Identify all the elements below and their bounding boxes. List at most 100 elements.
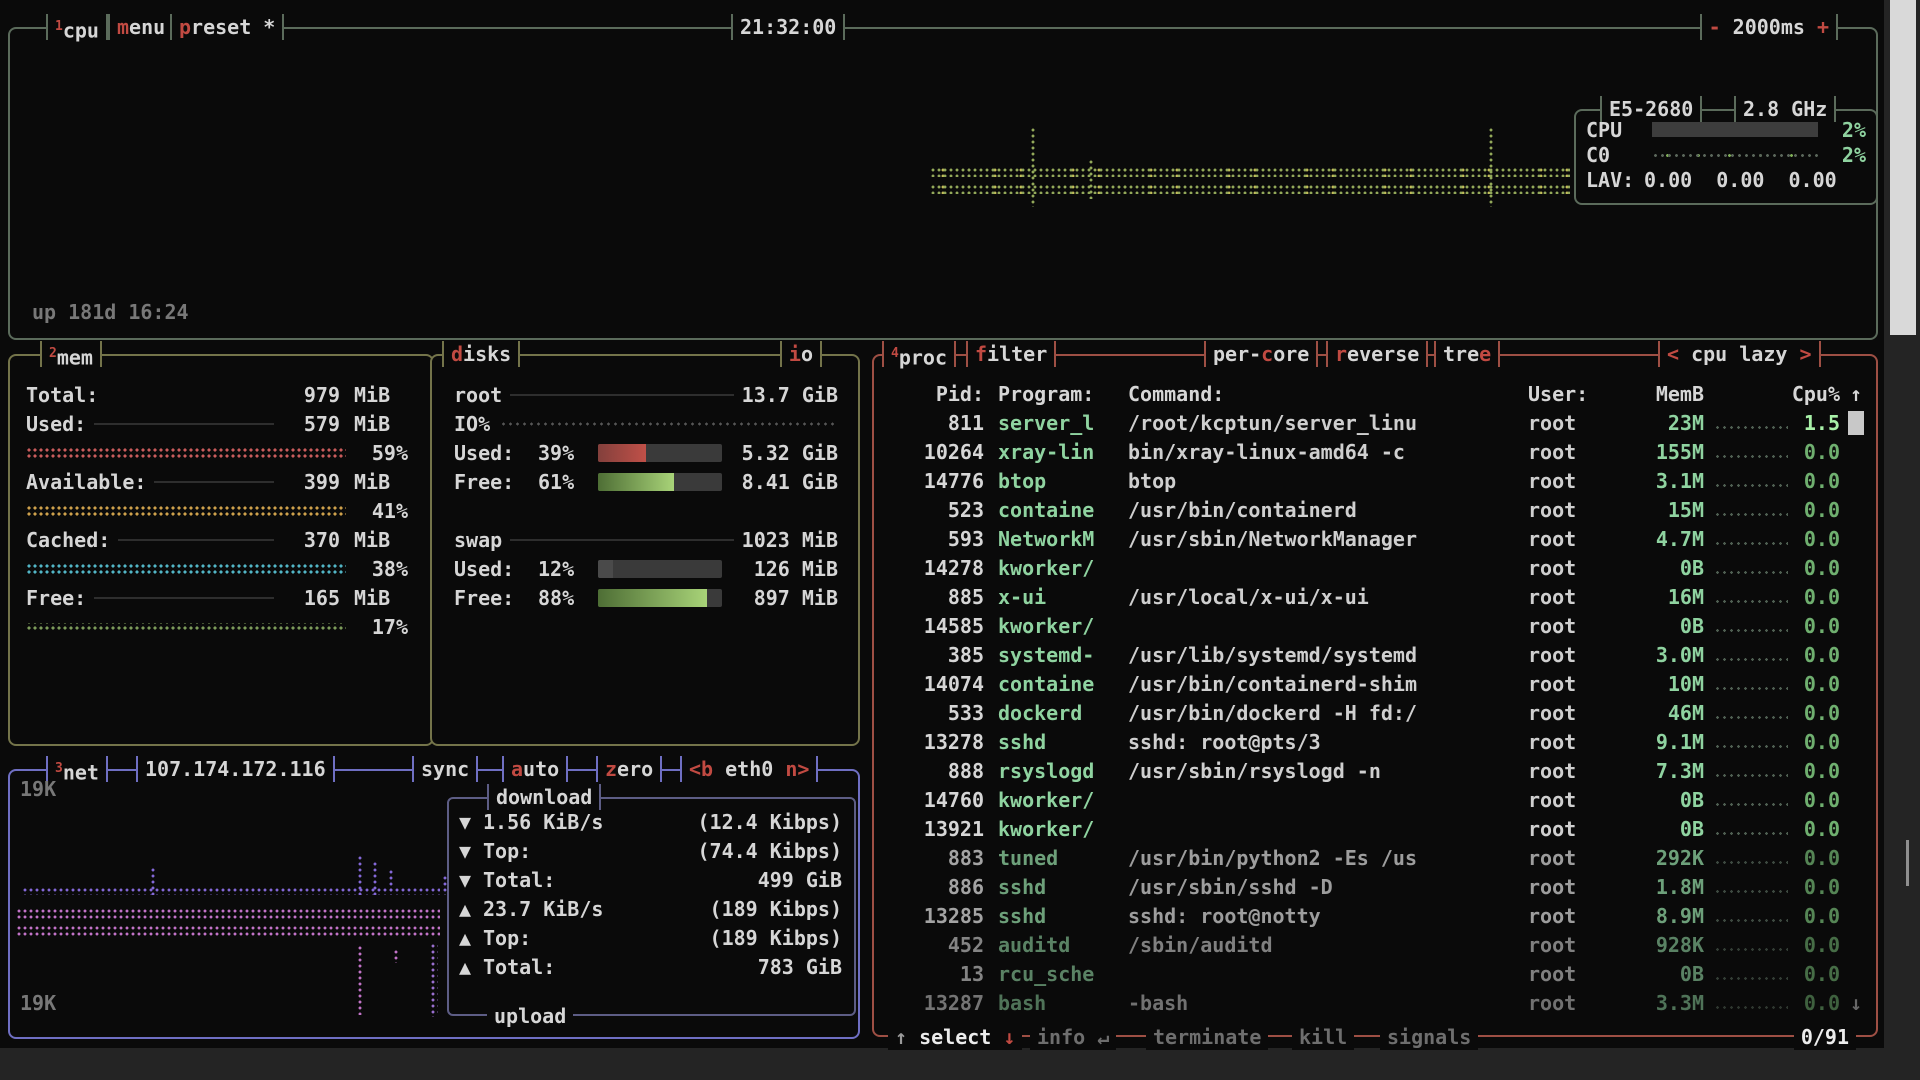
table-row[interactable]: 385 systemd- /usr/lib/systemd/systemd ro… [888, 640, 1866, 669]
signals-button[interactable]: signals [1380, 1024, 1478, 1050]
upload-graph-spike [393, 949, 399, 963]
scrollbar-thumb[interactable] [1890, 0, 1916, 335]
net-auto-button[interactable]: auto [502, 756, 568, 782]
table-row[interactable]: 533 dockerd /usr/bin/dockerd -H fd:/ roo… [888, 698, 1866, 727]
mem-free-pct: 17% [346, 615, 408, 639]
process-cpu: 0.0 [1788, 904, 1840, 928]
process-mem: 9.1M [1620, 730, 1704, 754]
process-cpu-graph [1714, 975, 1788, 982]
disk-root-used-row: Used: 39% 5.32 GiB [454, 438, 838, 467]
window-scrollbar[interactable] [1884, 0, 1920, 1080]
process-mem: 0B [1620, 962, 1704, 986]
process-cpu-graph [1714, 511, 1788, 518]
iface-name: eth0 [713, 757, 785, 781]
process-user: root [1528, 788, 1594, 812]
table-row[interactable]: 811 server_l /root/kcptun/server_linu ro… [888, 408, 1866, 437]
process-user: root [1528, 527, 1594, 551]
upload-graph-spike [357, 945, 363, 1015]
cpu-box: 1cpu menu preset * 21:32:00 - 2000ms + E… [8, 27, 1878, 340]
table-row[interactable]: 14760 kworker/ root 0B 0.0 [888, 785, 1866, 814]
process-cpu: 1.5 [1788, 411, 1840, 435]
table-row[interactable]: 10264 xray-lin bin/xray-linux-amd64 -c r… [888, 437, 1866, 466]
disk-root-used-pct: 39% [538, 441, 598, 465]
process-cpu-graph [1714, 627, 1788, 634]
process-user: root [1528, 730, 1594, 754]
table-row[interactable]: 886 sshd /usr/sbin/sshd -D root 1.8M 0.0 [888, 872, 1866, 901]
process-mem: 3.3M [1620, 991, 1704, 1015]
interval-plus-button[interactable]: + [1817, 15, 1829, 39]
col-command[interactable]: Command: [1128, 382, 1528, 406]
filter-button[interactable]: filter [966, 341, 1056, 367]
table-row[interactable]: 523 containe /usr/bin/containerd root 15… [888, 495, 1866, 524]
process-mem: 155M [1620, 440, 1704, 464]
table-row[interactable]: 885 x-ui /usr/local/x-ui/x-ui root 16M 0… [888, 582, 1866, 611]
reverse-button[interactable]: reverse [1326, 341, 1428, 367]
table-row[interactable]: 13 rcu_sche root 0B 0.0 [888, 959, 1866, 988]
col-program[interactable]: Program: [998, 382, 1120, 406]
download-top-row: ▼ Top: (74.4 Kibps) [459, 836, 842, 865]
preset-button[interactable]: preset * [170, 14, 284, 40]
disk-root-free-meter [598, 473, 722, 491]
net-ip-address: 107.174.172.116 [136, 756, 335, 782]
process-pid: 14760 [888, 788, 984, 812]
process-command: /usr/local/x-ui/x-ui [1128, 585, 1528, 609]
table-row[interactable]: 13285 sshd sshd: root@notty root 8.9M 0.… [888, 901, 1866, 930]
process-program: rcu_sche [998, 962, 1120, 986]
cpu-box-title: 1cpu [46, 14, 108, 40]
iface-prev-button[interactable]: <b [689, 757, 713, 781]
net-sync-button[interactable]: sync [412, 756, 478, 782]
process-cpu-graph [1714, 830, 1788, 837]
table-row[interactable]: 13921 kworker/ root 0B 0.0 [888, 814, 1866, 843]
table-row[interactable]: 13287 bash -bash root 3.3M 0.0 ↓ [888, 988, 1866, 1017]
table-row[interactable]: 888 rsyslogd /usr/sbin/rsyslogd -n root … [888, 756, 1866, 785]
iface-next-button[interactable]: n> [785, 757, 809, 781]
process-user: root [1528, 643, 1594, 667]
col-mem[interactable]: MemB [1620, 382, 1704, 406]
disk-root-row: root 13.7 GiB [454, 380, 838, 409]
table-row[interactable]: 14776 btop btop root 3.1M 0.0 [888, 466, 1866, 495]
table-row[interactable]: 13278 sshd sshd: root@pts/3 root 9.1M 0.… [888, 727, 1866, 756]
io-mode-button[interactable]: io [780, 341, 822, 367]
mem-total-value: 979 [282, 383, 340, 407]
menu-button[interactable]: menu [108, 14, 174, 40]
col-cpu[interactable]: Cpu% [1788, 382, 1840, 406]
mem-used-label: Used: [26, 412, 86, 436]
disk-swap-free-meter [598, 589, 722, 607]
interval-minus-button[interactable]: - [1709, 15, 1721, 39]
table-row[interactable]: 14074 containe /usr/bin/containerd-shim … [888, 669, 1866, 698]
process-program: containe [998, 672, 1120, 696]
process-cpu-graph [1714, 801, 1788, 808]
terminate-button[interactable]: terminate [1146, 1024, 1268, 1050]
process-cpu-graph [1714, 685, 1788, 692]
select-keys[interactable]: ↑ select ↓ [888, 1024, 1022, 1050]
net-zero-button[interactable]: zero [596, 756, 662, 782]
process-cpu-graph [1714, 888, 1788, 895]
sort-selector[interactable]: < cpu lazy > [1658, 341, 1821, 367]
sort-prev-button[interactable]: < [1667, 342, 1679, 366]
cpu-graph-band-lower [930, 184, 1570, 194]
scroll-up-arrow-icon[interactable]: ↑ [1846, 382, 1866, 406]
table-row[interactable]: 593 NetworkM /usr/sbin/NetworkManager ro… [888, 524, 1866, 553]
upload-arrow-icon: ▲ [459, 955, 483, 979]
col-pid[interactable]: Pid: [888, 382, 984, 406]
proc-scrollbar-thumb[interactable] [1848, 411, 1864, 435]
mem-free-value: 165 [282, 586, 340, 610]
process-cpu-graph [1714, 1004, 1788, 1011]
process-pid: 888 [888, 759, 984, 783]
kill-button[interactable]: kill [1292, 1024, 1354, 1050]
sort-next-button[interactable]: > [1799, 342, 1811, 366]
info-button[interactable]: info ↵ [1030, 1024, 1116, 1050]
mem-cached-row: Cached: 370 MiB [26, 525, 408, 554]
mem-used-graph-row: 59% [26, 438, 408, 467]
table-row[interactable]: 14278 kworker/ root 0B 0.0 [888, 553, 1866, 582]
btop-screen: 1cpu menu preset * 21:32:00 - 2000ms + E… [0, 0, 1920, 1080]
col-user[interactable]: User: [1528, 382, 1594, 406]
table-row[interactable]: 452 auditd /sbin/auditd root 928K 0.0 [888, 930, 1866, 959]
table-row[interactable]: 883 tuned /usr/bin/python2 -Es /us root … [888, 843, 1866, 872]
tree-button[interactable]: tree [1434, 341, 1500, 367]
per-core-button[interactable]: per-core [1204, 341, 1318, 367]
mem-free-row: Free: 165 MiB [26, 583, 408, 612]
net-interface-switcher[interactable]: <b eth0 n> [680, 756, 818, 782]
mem-shortcut: 2 [49, 346, 57, 361]
table-row[interactable]: 14585 kworker/ root 0B 0.0 [888, 611, 1866, 640]
